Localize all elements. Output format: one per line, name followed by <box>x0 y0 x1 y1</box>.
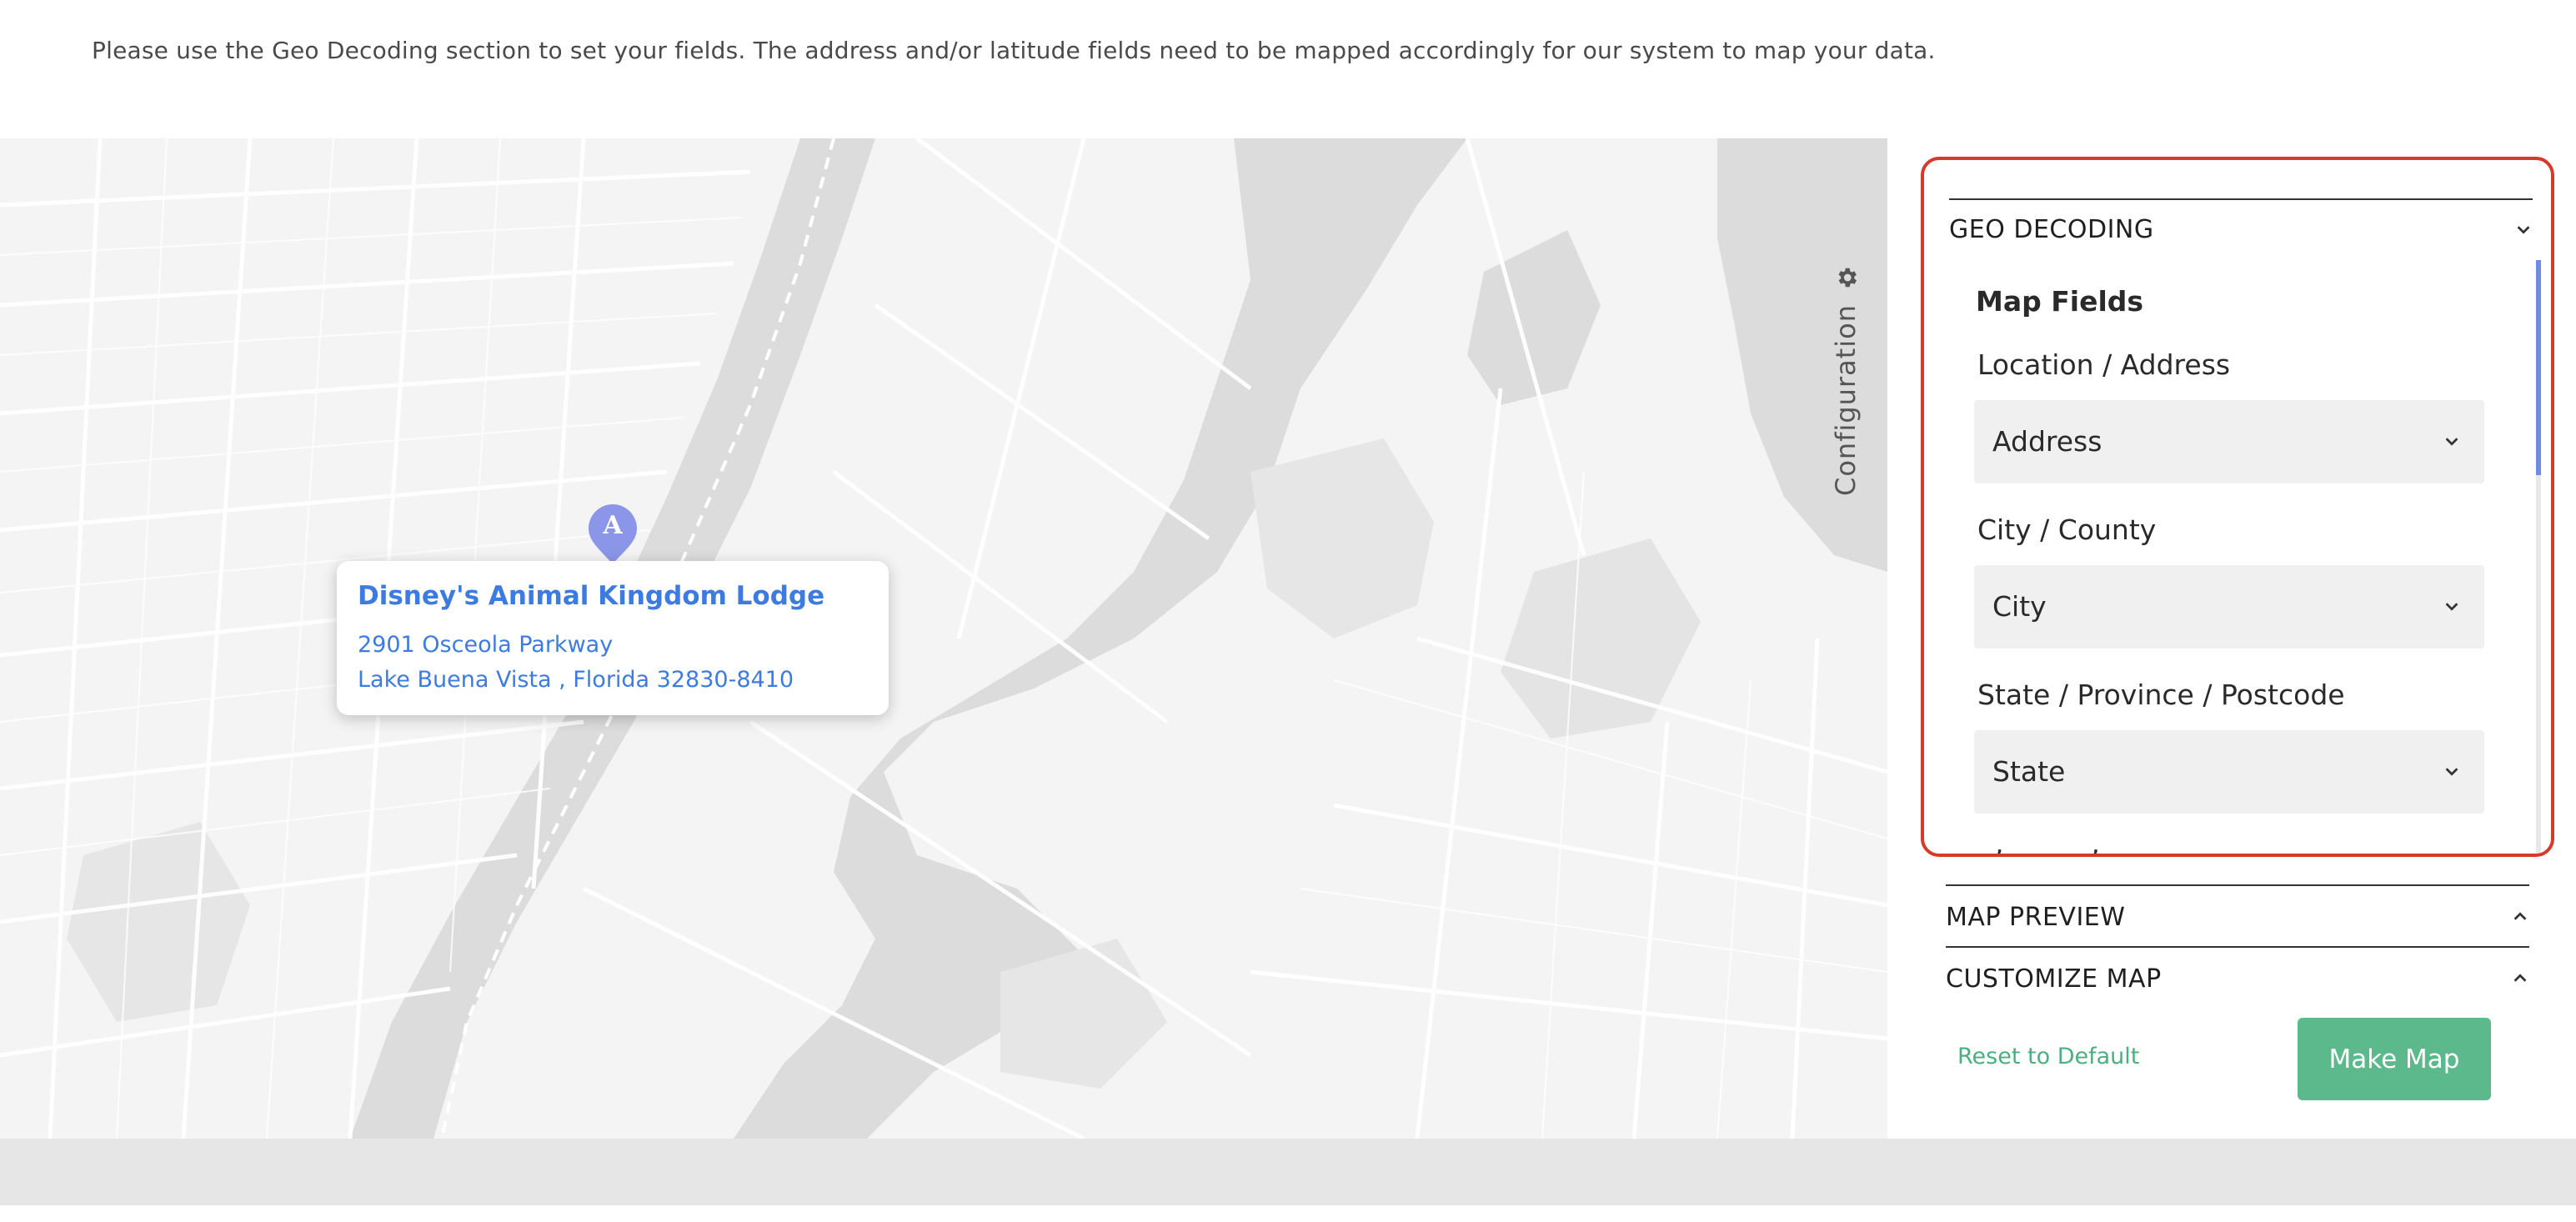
state-province-postcode-label: State / Province / Postcode <box>1977 679 2345 711</box>
city-county-label: City / County <box>1977 513 2157 546</box>
chevron-down-icon <box>2445 768 2458 776</box>
location-address-value: Address <box>1992 425 2102 458</box>
chevron-up-icon <box>2513 974 2527 982</box>
location-popup: Disney's Animal Kingdom Lodge 2901 Osceo… <box>337 561 889 715</box>
reset-to-default-link[interactable]: Reset to Default <box>1957 1044 2139 1069</box>
chevron-down-icon <box>2445 603 2458 611</box>
scrollbar-track[interactable] <box>2536 260 2541 854</box>
state-province-postcode-select[interactable]: State <box>1974 730 2484 814</box>
state-province-postcode-value: State <box>1992 755 2066 788</box>
popup-title: Disney's Animal Kingdom Lodge <box>358 581 825 611</box>
geo-decoding-panel: GEO DECODING Map Fields Location / Addre… <box>1921 157 2554 857</box>
popup-address-line2: Lake Buena Vista , Florida 32830-8410 <box>358 667 794 693</box>
map-fields-scroll-area[interactable]: Map Fields Location / Address Address Ci… <box>1949 260 2541 854</box>
scrollbar-thumb[interactable] <box>2536 260 2541 475</box>
map-marker[interactable]: A <box>587 503 639 566</box>
chevron-down-icon <box>2517 226 2530 234</box>
geo-decoding-header[interactable]: GEO DECODING <box>1949 198 2533 265</box>
map-fields-title: Map Fields <box>1976 285 2144 318</box>
chevron-up-icon <box>2513 912 2527 920</box>
intro-text: Please use the Geo Decoding section to s… <box>92 37 1936 64</box>
cutoff-field-label: , , <box>1977 827 2100 857</box>
map-canvas[interactable]: A Disney's Animal Kingdom Lodge 2901 Osc… <box>0 138 1887 1139</box>
customize-map-label: CUSTOMIZE MAP <box>1946 964 2162 994</box>
geo-decoding-title: GEO DECODING <box>1949 215 2154 244</box>
popup-address-line1: 2901 Osceola Parkway <box>358 632 614 658</box>
location-address-select[interactable]: Address <box>1974 400 2484 483</box>
make-map-button[interactable]: Make Map <box>2298 1018 2491 1100</box>
marker-letter: A <box>603 511 623 540</box>
configuration-tab[interactable]: Configuration <box>1804 258 1887 508</box>
city-county-select[interactable]: City <box>1974 565 2484 649</box>
map-preview-accordion[interactable]: MAP PREVIEW <box>1946 884 2529 946</box>
map-preview-label: MAP PREVIEW <box>1946 903 2126 932</box>
page: Please use the Geo Decoding section to s… <box>0 0 2576 1222</box>
city-county-value: City <box>1992 590 2047 623</box>
customize-map-accordion[interactable]: CUSTOMIZE MAP <box>1946 946 2529 1008</box>
location-address-label: Location / Address <box>1977 348 2231 381</box>
gear-icon <box>1838 268 1857 288</box>
configuration-label: Configuration <box>1830 303 1862 497</box>
footer-strip <box>0 1139 2576 1205</box>
chevron-down-icon <box>2445 438 2458 446</box>
map-tiles <box>0 138 1887 1139</box>
